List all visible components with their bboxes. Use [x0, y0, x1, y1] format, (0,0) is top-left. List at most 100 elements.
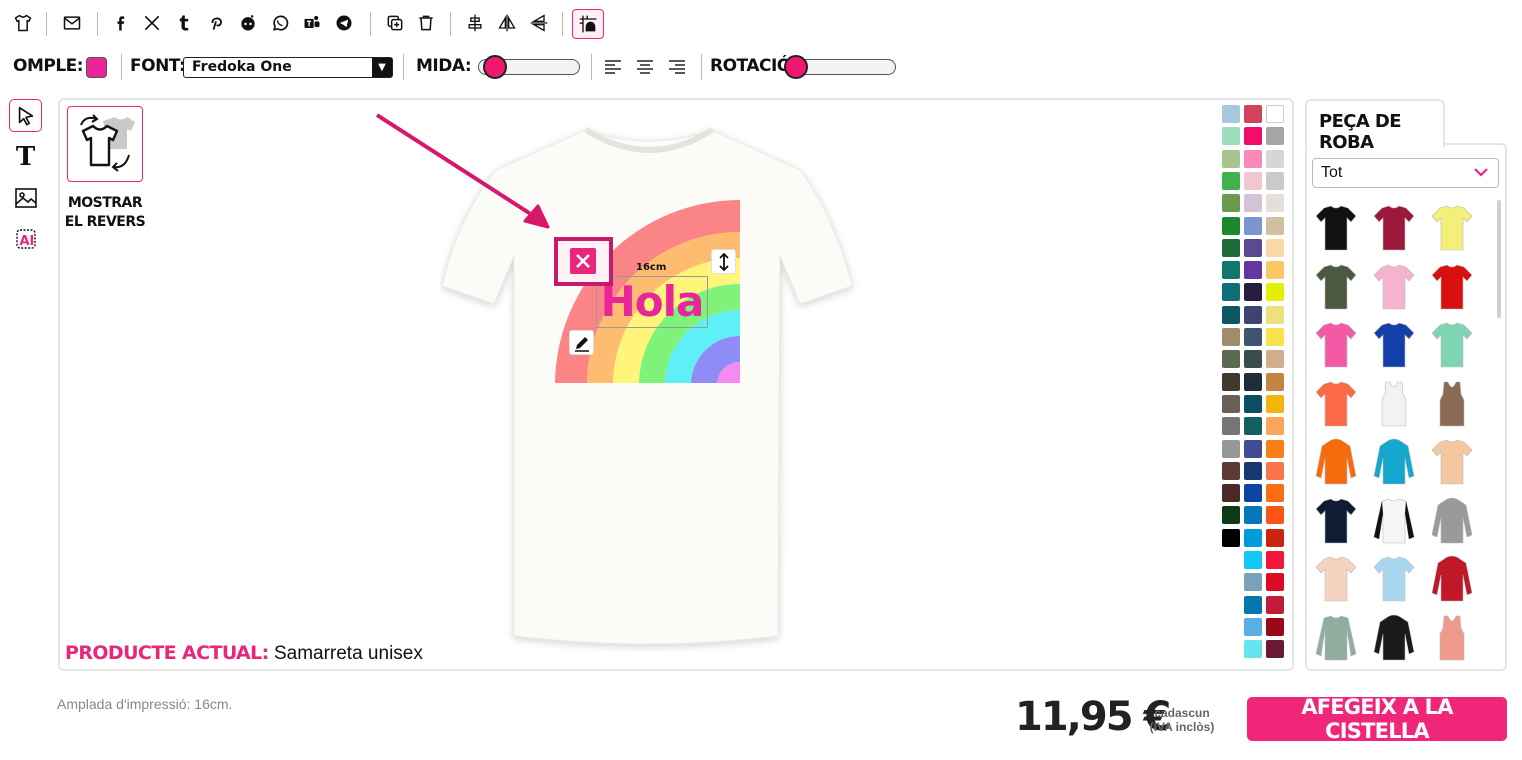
palette-swatch[interactable]	[1266, 551, 1284, 569]
delete-object-button[interactable]	[554, 237, 613, 286]
garment-tanktop-brown[interactable]	[1430, 380, 1474, 430]
trash-icon[interactable]	[415, 12, 437, 34]
palette-swatch[interactable]	[1266, 171, 1284, 190]
align-center-icon[interactable]	[464, 12, 486, 34]
palette-swatch[interactable]	[1222, 394, 1240, 413]
palette-swatch[interactable]	[1266, 149, 1284, 168]
duplicate-icon[interactable]	[384, 12, 406, 34]
telegram-icon[interactable]	[333, 12, 355, 34]
teams-icon[interactable]	[301, 12, 323, 34]
palette-swatch[interactable]	[1222, 350, 1240, 369]
palette-swatch[interactable]	[1244, 216, 1262, 235]
fill-color-swatch[interactable]	[86, 57, 107, 78]
add-to-cart-button[interactable]: AFEGEIX A LA CISTELLA	[1247, 695, 1507, 743]
palette-swatch[interactable]	[1222, 194, 1240, 213]
grid-snap-icon[interactable]	[572, 9, 604, 39]
palette-swatch[interactable]	[1222, 127, 1240, 146]
palette-swatch[interactable]	[1244, 461, 1262, 480]
edit-text-icon[interactable]	[569, 330, 594, 355]
garment-tanktop-salmon[interactable]	[1430, 614, 1474, 664]
palette-swatch[interactable]	[1244, 617, 1262, 636]
palette-swatch[interactable]	[1244, 595, 1262, 614]
palette-swatch[interactable]	[1244, 417, 1262, 436]
palette-swatch[interactable]	[1244, 171, 1262, 190]
garment-tshirt-royal-blue[interactable]	[1372, 321, 1416, 371]
palette-swatch[interactable]	[1266, 461, 1284, 480]
palette-swatch[interactable]	[1266, 439, 1284, 458]
palette-swatch[interactable]	[1222, 261, 1240, 280]
garment-raglan-white-black[interactable]	[1372, 497, 1416, 547]
garment-longsleeve-sage[interactable]	[1314, 614, 1358, 664]
whatsapp-icon[interactable]	[269, 12, 291, 34]
garment-tshirt-navy[interactable]	[1314, 497, 1358, 547]
align-left-icon[interactable]	[604, 59, 622, 75]
palette-swatch[interactable]	[1266, 484, 1284, 503]
garment-tshirt-mint[interactable]	[1430, 321, 1474, 371]
garment-tshirt-black[interactable]	[1314, 204, 1358, 254]
palette-swatch[interactable]	[1244, 261, 1262, 280]
email-icon[interactable]	[61, 12, 83, 34]
palette-swatch[interactable]	[1244, 394, 1262, 413]
palette-swatch[interactable]	[1222, 238, 1240, 257]
garment-tshirt-light-pink[interactable]	[1372, 263, 1416, 313]
palette-swatch[interactable]	[1266, 194, 1284, 213]
garment-hoodie-grey[interactable]	[1430, 497, 1474, 547]
pinterest-icon[interactable]	[205, 12, 227, 34]
palette-swatch[interactable]	[1266, 372, 1284, 391]
palette-swatch[interactable]	[1222, 105, 1240, 123]
palette-swatch[interactable]	[1266, 127, 1284, 146]
text-tool-icon[interactable]: T	[9, 140, 42, 173]
palette-swatch[interactable]	[1244, 484, 1262, 503]
palette-swatch[interactable]	[1222, 461, 1240, 480]
palette-swatch[interactable]	[1244, 640, 1262, 659]
palette-swatch[interactable]	[1244, 439, 1262, 458]
palette-swatch[interactable]	[1244, 238, 1262, 257]
garment-tanktop-white[interactable]	[1372, 380, 1416, 430]
garment-tshirt-gradient-blue[interactable]	[1372, 555, 1416, 605]
palette-swatch[interactable]	[1266, 528, 1284, 547]
palette-swatch[interactable]	[1244, 105, 1262, 123]
font-select[interactable]: Fredoka One ▼	[183, 57, 393, 78]
x-twitter-icon[interactable]	[141, 12, 163, 34]
palette-swatch[interactable]	[1222, 328, 1240, 346]
reddit-icon[interactable]	[237, 12, 259, 34]
garment-hoodie-black-orange[interactable]	[1372, 614, 1416, 664]
rotation-slider-handle[interactable]	[784, 55, 808, 79]
palette-swatch[interactable]	[1266, 305, 1284, 324]
align-right-icon[interactable]	[668, 59, 686, 75]
palette-swatch[interactable]	[1222, 216, 1240, 235]
palette-swatch[interactable]	[1244, 127, 1262, 146]
palette-swatch[interactable]	[1266, 261, 1284, 280]
size-slider[interactable]	[478, 55, 580, 79]
palette-swatch[interactable]	[1266, 640, 1284, 659]
flip-horizontal-icon[interactable]	[496, 12, 518, 34]
garment-tshirt-pink-women[interactable]	[1314, 321, 1358, 371]
garment-tshirt-olive[interactable]	[1314, 263, 1358, 313]
palette-swatch[interactable]	[1244, 283, 1262, 302]
palette-swatch[interactable]	[1244, 506, 1262, 525]
palette-swatch[interactable]	[1266, 506, 1284, 525]
palette-swatch[interactable]	[1244, 194, 1262, 213]
palette-swatch[interactable]	[1266, 350, 1284, 369]
palette-swatch[interactable]	[1222, 171, 1240, 190]
palette-swatch[interactable]	[1266, 573, 1284, 592]
palette-swatch[interactable]	[1266, 328, 1284, 346]
flip-vertical-icon[interactable]	[528, 12, 550, 34]
palette-swatch[interactable]	[1222, 283, 1240, 302]
rotation-slider[interactable]	[784, 55, 896, 79]
panel-scrollbar[interactable]	[1497, 200, 1501, 318]
palette-swatch[interactable]	[1244, 328, 1262, 346]
palette-swatch[interactable]	[1222, 372, 1240, 391]
palette-swatch[interactable]	[1222, 484, 1240, 503]
palette-swatch[interactable]	[1266, 105, 1284, 123]
palette-swatch[interactable]	[1244, 573, 1262, 592]
garment-jacket-varsity-red[interactable]	[1430, 555, 1474, 605]
garment-tshirt-yellow[interactable]	[1430, 204, 1474, 254]
palette-swatch[interactable]	[1222, 417, 1240, 436]
palette-swatch[interactable]	[1266, 617, 1284, 636]
garment-tshirt-peach[interactable]	[1314, 555, 1358, 605]
show-back-button[interactable]	[67, 106, 143, 182]
ai-tool-icon[interactable]: AI	[9, 222, 42, 255]
garment-tshirt-burgundy[interactable]	[1372, 204, 1416, 254]
palette-swatch[interactable]	[1222, 305, 1240, 324]
